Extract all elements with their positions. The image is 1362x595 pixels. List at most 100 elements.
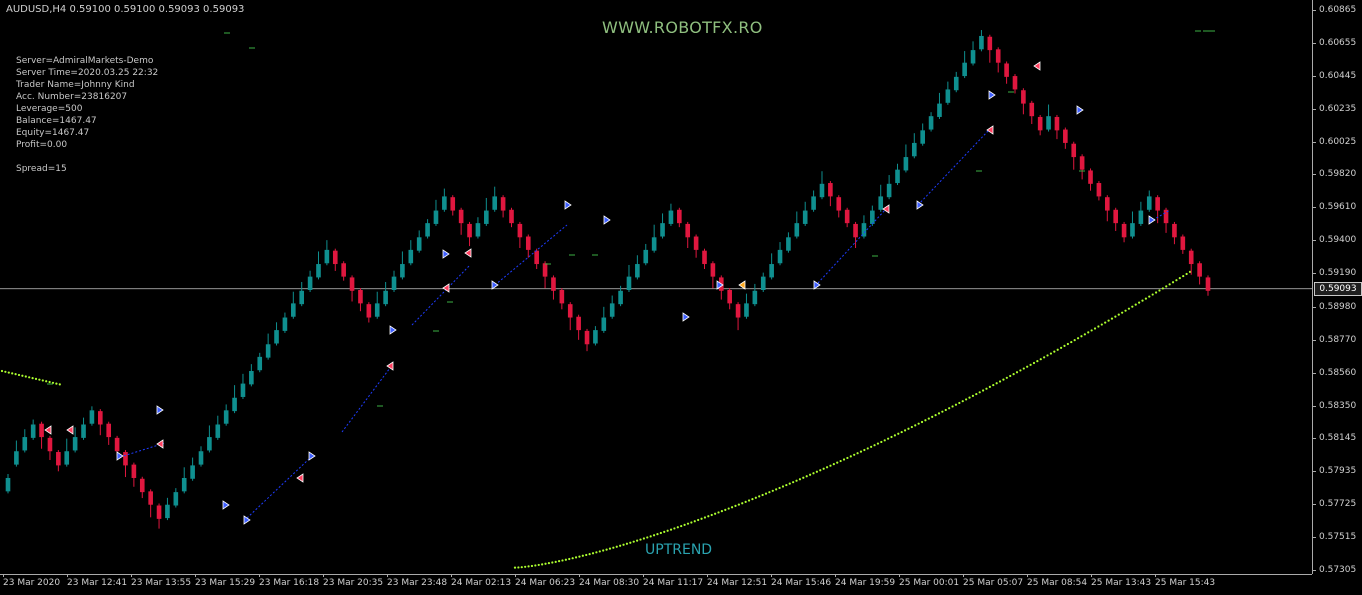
candle-body xyxy=(190,465,195,479)
ma-dot xyxy=(910,425,913,429)
time-tick: 25 Mar 15:43 xyxy=(1155,574,1216,588)
ma-dot xyxy=(998,380,1002,383)
candle-body xyxy=(886,183,892,198)
time-axis[interactable]: 23 Mar 2020 23 Mar 12:41 23 Mar 13:55 23 Ma… xyxy=(0,574,1312,595)
candle-body xyxy=(22,437,28,451)
price-tick: 0.58980 xyxy=(1311,301,1357,312)
ma-dot xyxy=(1097,325,1100,328)
ma-dot xyxy=(574,556,578,559)
ma-dot xyxy=(792,481,795,484)
ma-dot xyxy=(602,549,605,552)
signal-arrow xyxy=(116,451,124,461)
candle-body xyxy=(702,250,707,265)
candle-body xyxy=(1205,277,1211,291)
price-chart[interactable] xyxy=(0,0,1312,574)
candle-body xyxy=(89,410,95,424)
ma-dot xyxy=(954,403,958,406)
candle-body xyxy=(1012,76,1018,90)
candle-body xyxy=(786,237,791,251)
profit-info: Profit=0.00 xyxy=(16,140,68,150)
candle-body xyxy=(442,196,447,210)
ma-dot xyxy=(1144,297,1148,300)
candle-body xyxy=(123,452,128,466)
candle-body xyxy=(970,50,976,64)
candle-body xyxy=(30,424,36,438)
candle-body xyxy=(1037,116,1043,131)
ma-dot xyxy=(24,375,27,378)
ma-dot xyxy=(1002,378,1005,381)
chart-area[interactable] xyxy=(0,0,1312,574)
ma-dot xyxy=(819,469,822,472)
candle-body xyxy=(525,236,531,250)
ma-dot xyxy=(727,507,730,510)
ma-dot xyxy=(971,394,975,397)
candle-body xyxy=(744,303,749,317)
ma-dot xyxy=(1124,309,1127,312)
ma-dot xyxy=(530,564,534,568)
ma-dot xyxy=(680,524,683,528)
ma-dot xyxy=(561,559,564,562)
candle-body xyxy=(492,196,498,210)
ma-dot xyxy=(846,456,849,460)
candle-body xyxy=(366,304,372,318)
candle-body xyxy=(1188,250,1194,265)
candle-body xyxy=(98,411,103,425)
candle-body xyxy=(215,424,221,438)
price-tick: 0.59610 xyxy=(1311,202,1357,213)
ma-dot xyxy=(839,459,842,463)
server-time-info: Server Time=2020.03.25 22:32 xyxy=(16,68,159,78)
ma-dot xyxy=(1100,323,1103,326)
ma-dot xyxy=(615,545,618,548)
ma-dot xyxy=(781,485,785,488)
price-tick: 0.57515 xyxy=(1311,531,1357,542)
ma-dot xyxy=(595,551,598,554)
candle-body xyxy=(979,35,984,50)
ma-dot xyxy=(927,417,930,420)
candle-body xyxy=(484,210,489,224)
ma-dot xyxy=(1151,293,1154,296)
candle-body xyxy=(693,236,699,250)
candle-body xyxy=(324,249,330,264)
candle-body xyxy=(962,62,967,77)
trend-line xyxy=(917,130,989,206)
candle-body xyxy=(1155,197,1160,211)
trader-name-info: Trader Name=Johnny Kind xyxy=(16,80,135,90)
ma-dot xyxy=(598,550,601,553)
ma-dot xyxy=(822,467,825,470)
ma-dot xyxy=(1090,329,1093,332)
ma-dot xyxy=(870,445,873,448)
ma-dot xyxy=(625,542,629,545)
symbol-quote-line: AUDUSD,H4 0.59100 0.59100 0.59093 0.5909… xyxy=(6,4,245,15)
price-axis[interactable]: 0.60865 0.60655 0.60445 0.60235 0.60025 0.598… xyxy=(1311,0,1362,575)
signal-arrow xyxy=(1148,215,1156,225)
candle-body xyxy=(1063,129,1068,143)
ma-dot xyxy=(856,452,859,455)
ma-dot xyxy=(795,479,798,482)
ma-dot xyxy=(1015,371,1019,374)
ma-dot xyxy=(524,565,527,568)
ma-dot xyxy=(1056,348,1059,351)
ma-dot xyxy=(944,408,947,412)
ma-dot xyxy=(48,380,51,384)
ma-dot xyxy=(7,371,10,374)
ma-dot xyxy=(34,377,38,380)
ma-dot xyxy=(975,392,978,396)
candle-body xyxy=(626,276,632,290)
candle-body xyxy=(81,424,86,438)
ma-dot xyxy=(931,415,934,418)
candle-body xyxy=(928,116,934,130)
ma-dot xyxy=(568,557,571,561)
ma-dot xyxy=(0,369,4,373)
ma-dot xyxy=(863,448,866,452)
signal-arrow xyxy=(243,515,251,525)
ma-dot xyxy=(836,461,839,464)
ma-dot xyxy=(1182,274,1185,278)
ma-dot xyxy=(788,482,791,485)
ma-dot xyxy=(829,464,832,467)
candle-body xyxy=(72,437,78,451)
ma-dot xyxy=(1019,369,1022,372)
ma-dot xyxy=(1046,354,1049,357)
ma-dot xyxy=(737,503,740,506)
ma-dot xyxy=(41,379,44,382)
ma-dot xyxy=(683,523,686,526)
